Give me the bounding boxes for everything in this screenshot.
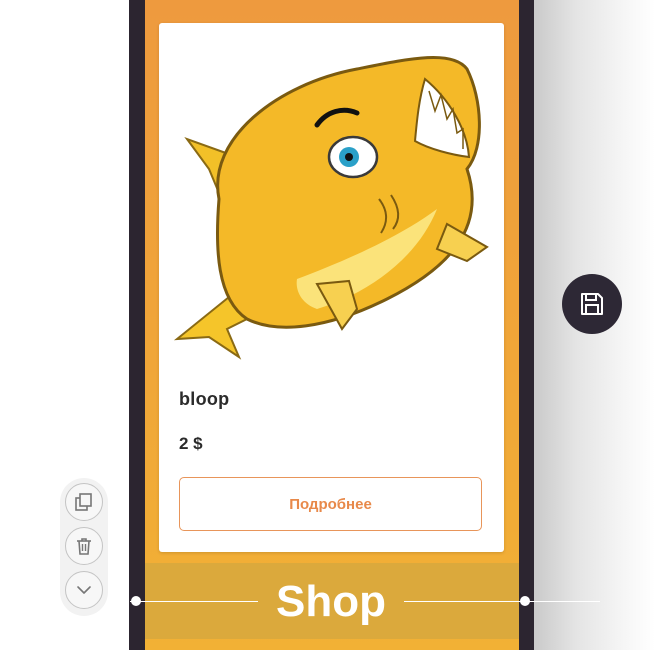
title-divider-right xyxy=(404,601,600,602)
block-toolbar xyxy=(60,478,108,616)
divider-handle-left[interactable] xyxy=(131,596,141,606)
product-price: 2 $ xyxy=(179,434,203,453)
title-divider-left xyxy=(130,601,258,602)
floppy-disk-icon xyxy=(581,293,603,315)
divider-handle-right[interactable] xyxy=(520,596,530,606)
duplicate-button[interactable] xyxy=(65,483,103,521)
duplicate-icon xyxy=(75,493,92,511)
product-card: bloop 2 $ Подробнее xyxy=(159,23,504,552)
section-title: Shop xyxy=(276,577,386,626)
chevron-down-icon xyxy=(77,586,91,594)
save-button[interactable] xyxy=(562,274,622,334)
details-button[interactable]: Подробнее xyxy=(179,477,482,531)
move-down-button[interactable] xyxy=(65,571,103,609)
trash-icon xyxy=(77,538,91,555)
delete-button[interactable] xyxy=(65,527,103,565)
product-name: bloop xyxy=(179,389,230,409)
product-image xyxy=(173,55,489,360)
